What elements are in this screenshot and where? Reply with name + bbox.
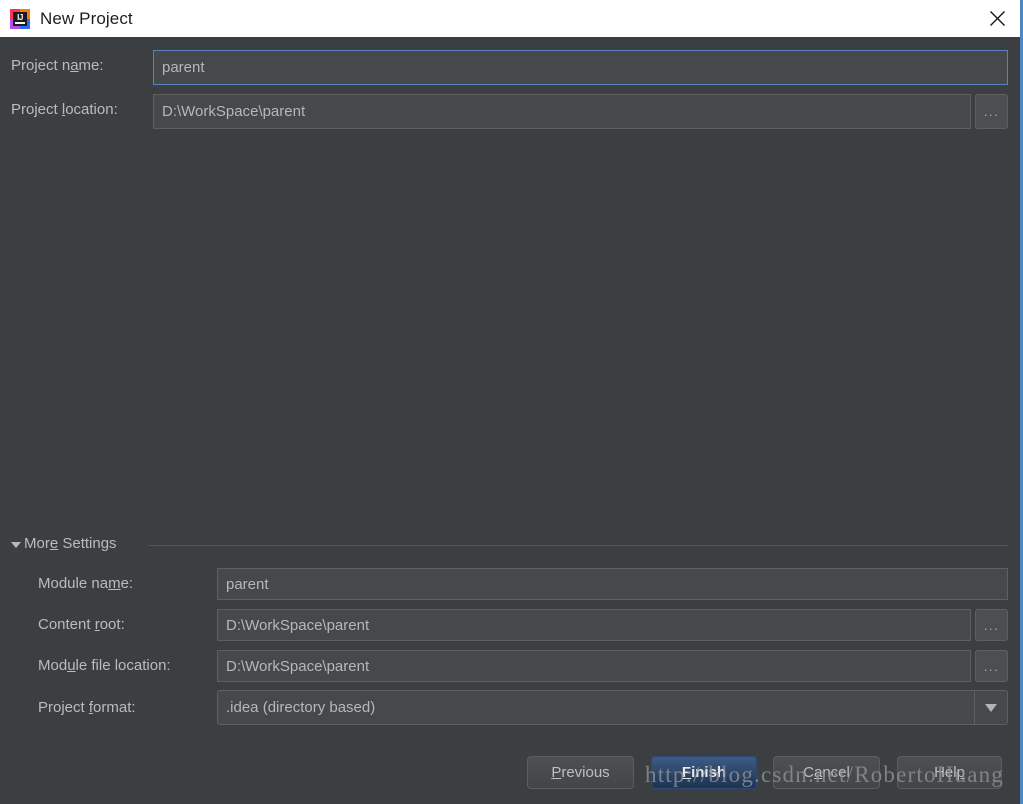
dialog-titlebar: IJ New Project: [0, 0, 1020, 37]
help-button[interactable]: Hel p: [897, 756, 1002, 789]
project-name-value: parent: [162, 59, 205, 76]
project-format-label: Project format:: [38, 699, 136, 716]
triangle-down-icon: [11, 542, 21, 548]
module-file-location-browse-button[interactable]: ...: [975, 650, 1008, 682]
close-icon: [989, 11, 1005, 26]
dialog-title: New Project: [40, 8, 133, 28]
project-name-label: Project name:: [11, 57, 104, 74]
content-root-value: D:\WorkSpace\parent: [226, 616, 370, 634]
content-root-browse-button[interactable]: ...: [975, 609, 1008, 641]
new-project-dialog: IJ New Project Project name: parent Proj…: [0, 0, 1023, 804]
cancel-button[interactable]: Ca ncel: [773, 756, 880, 789]
content-root-label: Content root:: [38, 616, 125, 633]
project-format-combobox[interactable]: .idea (directory based): [217, 690, 1008, 725]
module-name-label: Module name:: [38, 575, 134, 592]
more-settings-section-header[interactable]: More Settings: [0, 535, 1020, 557]
finish-button[interactable]: Finish: [651, 756, 757, 789]
combobox-divider: [974, 691, 975, 724]
intellij-idea-icon: IJ: [10, 8, 30, 29]
module-file-location-label: Module file location:: [38, 657, 171, 674]
dialog-content: Project name: parent Project location: D…: [0, 37, 1020, 804]
project-location-input[interactable]: D:\WorkSpace\parent: [153, 94, 971, 129]
module-file-location-value: D:\WorkSpace\parent: [226, 657, 370, 675]
project-location-value: D:\WorkSpace\parent: [162, 103, 306, 120]
project-location-browse-button[interactable]: ...: [975, 94, 1008, 129]
project-name-input[interactable]: parent: [153, 50, 1008, 85]
more-settings-label: More Settings: [24, 535, 117, 552]
chevron-down-icon[interactable]: [985, 704, 997, 712]
project-location-label: Project location:: [11, 101, 118, 118]
module-file-location-input[interactable]: D:\WorkSpace\parent: [217, 650, 971, 682]
previous-button[interactable]: Previous: [527, 756, 634, 789]
close-button[interactable]: [974, 0, 1020, 37]
content-root-input[interactable]: D:\WorkSpace\parent: [217, 609, 971, 641]
section-separator: [148, 545, 1008, 546]
module-name-value: parent: [226, 575, 269, 593]
project-format-value: .idea (directory based): [226, 699, 376, 716]
module-name-input[interactable]: parent: [217, 568, 1008, 600]
